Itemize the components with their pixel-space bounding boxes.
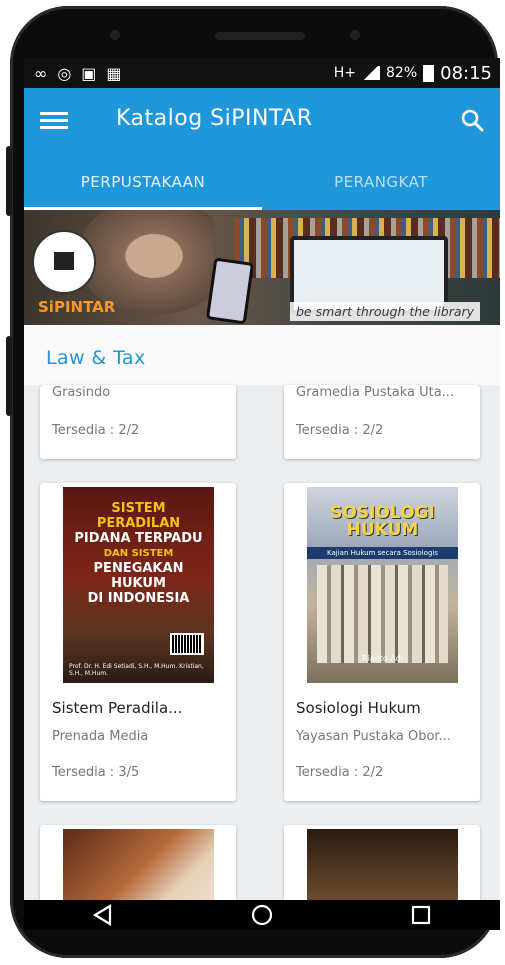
cover-subtitle: Kajian Hukum secara Sosiologis	[307, 547, 458, 559]
status-bar: ∞ ◎ ▣ ▦ H+ 82% 08:15	[24, 58, 500, 88]
search-icon[interactable]	[460, 108, 484, 132]
smartphone-graphic	[205, 257, 255, 325]
book-publisher: Grasindo	[52, 385, 111, 400]
whatsapp-icon: ◎	[57, 63, 72, 83]
network-type: H+	[333, 65, 356, 81]
catalog-content: Law & Tax Grasindo Tersedia : 2/2 Gramed…	[24, 325, 500, 930]
cover-authors: Prof. Dr. H. Edi Setiadi, S.H., M.Hum. K…	[69, 663, 204, 677]
banner-tagline: be smart through the library	[290, 302, 481, 321]
battery-percent: 82%	[386, 65, 418, 81]
front-camera	[350, 30, 360, 40]
tab-perangkat[interactable]: PERANGKAT	[262, 154, 500, 210]
section-header: Law & Tax	[24, 325, 500, 385]
barcode-graphic	[170, 633, 204, 655]
book-publisher: Gramedia Pustaka Uta...	[296, 385, 455, 400]
tab-perpustakaan[interactable]: PERPUSTAKAAN	[24, 154, 262, 210]
hamburger-menu-icon[interactable]	[40, 112, 68, 130]
cover-authors: Rianto Adi	[362, 654, 403, 663]
notification-icons: ∞ ◎ ▣ ▦	[34, 64, 122, 83]
section-title: Law & Tax	[46, 347, 146, 369]
book-availability: Tersedia : 2/2	[296, 423, 384, 438]
book-title: Sosiologi Hukum	[296, 699, 421, 717]
chat-icon: ▣	[81, 63, 97, 83]
university-logo	[32, 230, 96, 294]
book-availability: Tersedia : 3/5	[52, 765, 140, 780]
book-card[interactable]: Grasindo Tersedia : 2/2	[40, 385, 236, 459]
gallery-icon: ▦	[106, 63, 122, 83]
book-publisher: Prenada Media	[52, 729, 149, 744]
sensor-dot	[110, 30, 120, 40]
signal-icon	[362, 66, 380, 80]
app-bar: Katalog SiPINTAR	[24, 88, 500, 154]
cover-title: SOSIOLOGI HUKUM	[330, 503, 435, 540]
back-icon[interactable]	[83, 900, 123, 930]
book-availability: Tersedia : 2/2	[296, 765, 384, 780]
book-publisher: Yayasan Pustaka Obor...	[296, 729, 451, 744]
book-title: Sistem Peradila...	[52, 699, 183, 717]
book-cover: SISTEM PERADILAN PIDANA TERPADU DAN SIST…	[63, 487, 214, 683]
app-title: Katalog SiPINTAR	[116, 106, 313, 131]
pillars-graphic	[317, 565, 448, 663]
book-availability: Tersedia : 2/2	[52, 423, 140, 438]
book-card[interactable]: SISTEM PERADILAN PIDANA TERPADU DAN SIST…	[40, 483, 236, 801]
tab-bar: PERPUSTAKAAN PERANGKAT	[24, 154, 500, 210]
phone-screen: ∞ ◎ ▣ ▦ H+ 82% 08:15 Katalog SiPINTAR PE…	[24, 58, 500, 930]
banner-image: SiPINTAR be smart through the library	[24, 210, 500, 325]
clock: 08:15	[440, 62, 492, 84]
battery-icon	[423, 64, 435, 82]
status-right: H+ 82% 08:15	[334, 63, 492, 84]
power-button	[6, 336, 12, 416]
cover-title: SISTEM PERADILAN PIDANA TERPADU DAN SIST…	[74, 501, 203, 606]
home-icon[interactable]	[242, 900, 282, 930]
android-nav-bar	[24, 900, 500, 930]
link-icon: ∞	[34, 63, 48, 83]
recent-apps-icon[interactable]	[401, 900, 441, 930]
book-card[interactable]: SOSIOLOGI HUKUM Kajian Hukum secara Sosi…	[284, 483, 480, 801]
volume-button	[6, 146, 12, 216]
banner-brand: SiPINTAR	[38, 298, 116, 316]
book-card[interactable]: Gramedia Pustaka Uta... Tersedia : 2/2	[284, 385, 480, 459]
speaker-grille	[215, 32, 305, 40]
book-cover: SOSIOLOGI HUKUM Kajian Hukum secara Sosi…	[307, 487, 458, 683]
